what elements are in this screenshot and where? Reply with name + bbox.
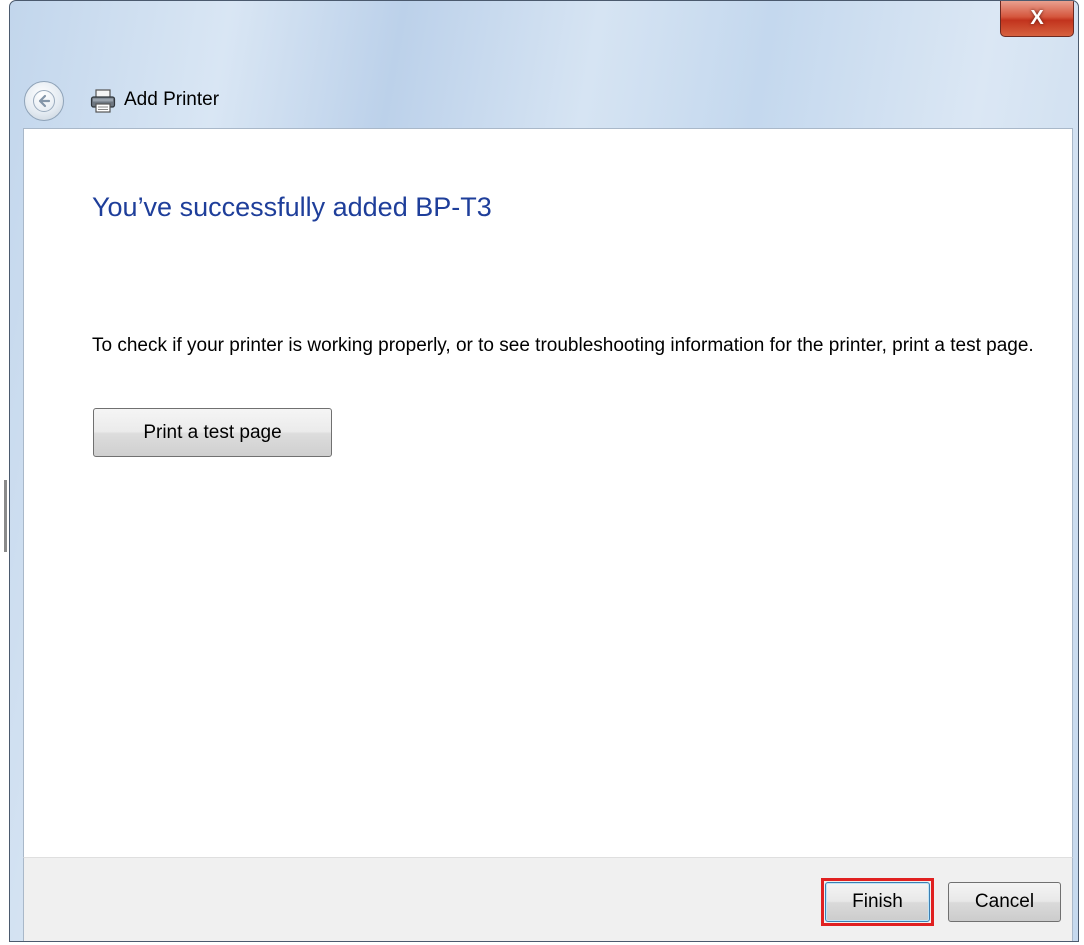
success-heading: You’ve successfully added BP-T3 <box>92 192 492 222</box>
back-arrow-icon <box>33 90 55 112</box>
dialog-footer: Finish Cancel <box>23 857 1073 941</box>
finish-button[interactable]: Finish <box>825 882 930 922</box>
back-button[interactable] <box>24 81 64 121</box>
close-icon: X <box>1030 7 1044 29</box>
add-printer-dialog: X Add Printer You’ve successfully added … <box>9 0 1079 942</box>
cancel-button[interactable]: Cancel <box>948 882 1061 922</box>
content-panel: You’ve successfully added BP-T3 To check… <box>23 128 1073 858</box>
navigation-bar: Add Printer <box>10 73 1078 129</box>
close-button[interactable]: X <box>1000 1 1074 37</box>
printer-icon <box>90 89 116 113</box>
window-title: Add Printer <box>124 89 220 110</box>
background-window-edge <box>4 480 7 552</box>
instruction-text: To check if your printer is working prop… <box>92 335 1034 356</box>
print-test-page-button[interactable]: Print a test page <box>93 408 332 457</box>
